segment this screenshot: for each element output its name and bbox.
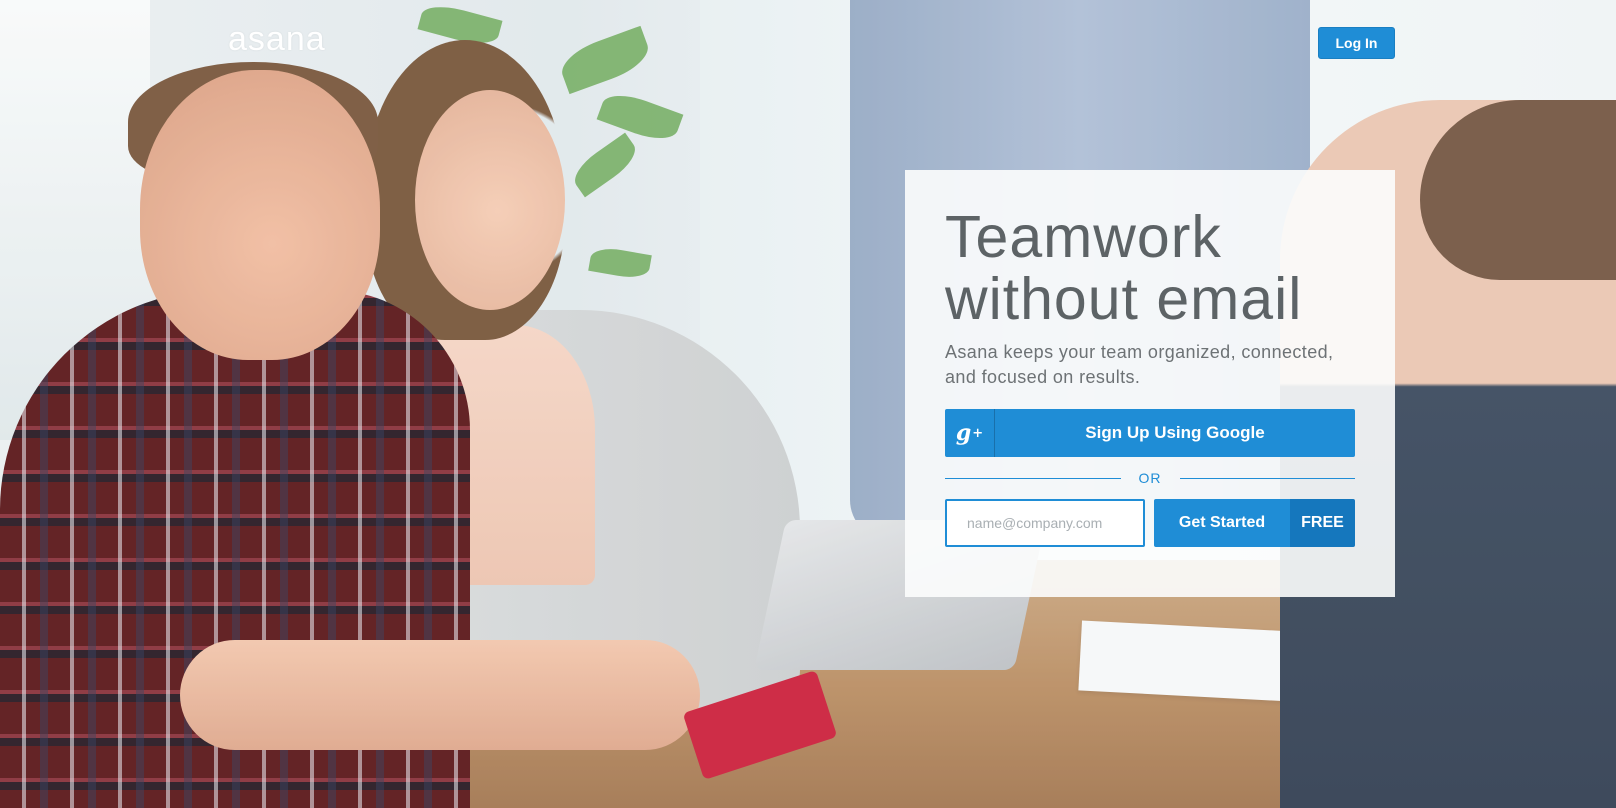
hero-headline: Teamwork without email — [945, 206, 1302, 330]
free-badge: FREE — [1290, 499, 1355, 547]
divider-line-left — [945, 477, 1121, 479]
or-label: OR — [1138, 470, 1162, 486]
get-started-button[interactable]: Get Started FREE — [1154, 499, 1355, 547]
or-divider: OR — [945, 468, 1355, 488]
signup-google-button[interactable]: g + Sign Up Using Google — [945, 409, 1355, 457]
divider-line-right — [1179, 477, 1355, 479]
google-plus-icon: g + — [945, 409, 995, 457]
headline-line-2: without email — [945, 266, 1303, 332]
headline-line-1: Teamwork — [945, 204, 1222, 270]
asana-logo[interactable]: asana — [228, 20, 326, 59]
hero-subheading: Asana keeps your team organized, connect… — [945, 342, 1334, 387]
signup-card: Teamwork without email Asana keeps your … — [905, 170, 1395, 597]
email-input[interactable] — [945, 499, 1145, 547]
signup-google-label: Sign Up Using Google — [1085, 423, 1265, 442]
get-started-label: Get Started — [1154, 499, 1290, 547]
login-button[interactable]: Log In — [1318, 27, 1395, 59]
